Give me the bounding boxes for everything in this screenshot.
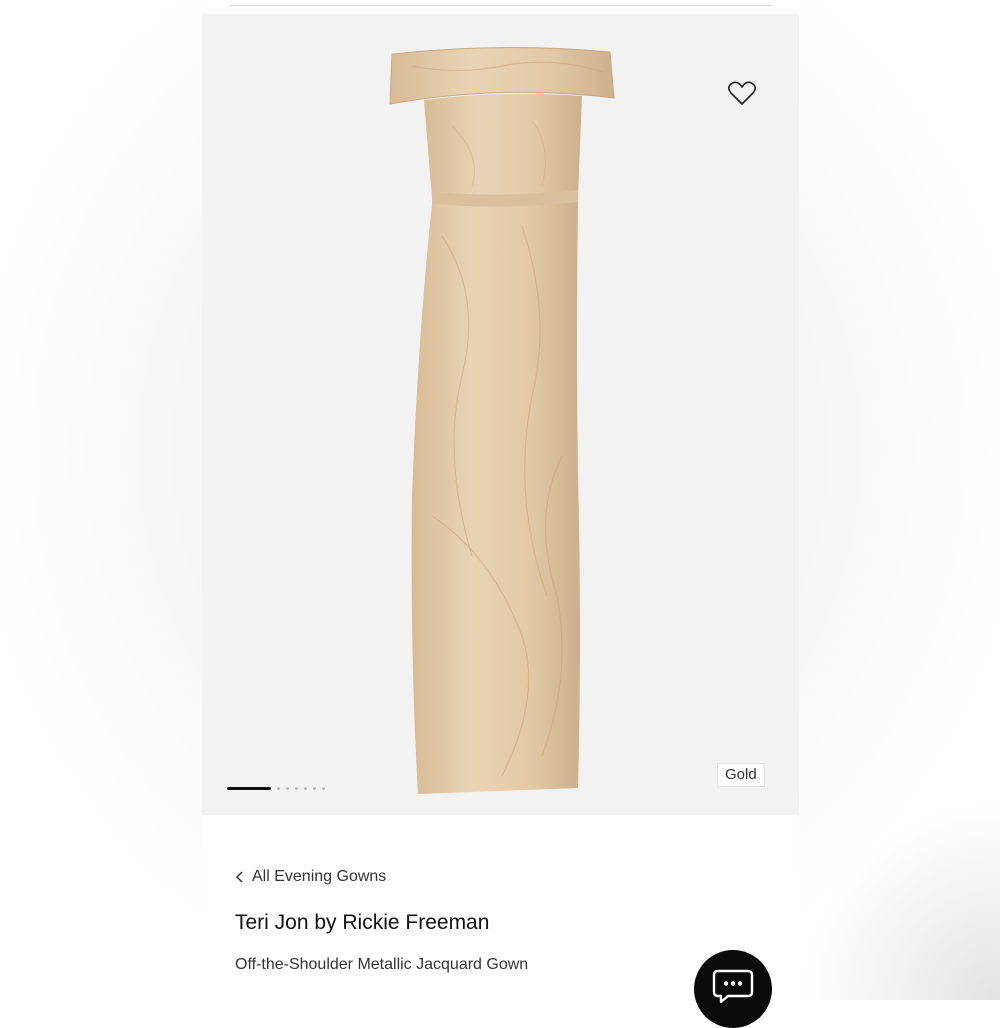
product-page: Gold All Evening Gowns Teri Jon by Ricki… bbox=[202, 0, 799, 1028]
carousel-dot[interactable] bbox=[322, 786, 325, 790]
carousel-dot[interactable] bbox=[304, 786, 307, 790]
carousel-dot[interactable] bbox=[295, 786, 298, 790]
page-backdrop-shade bbox=[800, 800, 1000, 1000]
breadcrumb[interactable]: All Evening Gowns bbox=[235, 868, 386, 886]
heart-outline-icon bbox=[727, 81, 757, 105]
color-badge: Gold bbox=[717, 763, 765, 787]
product-info: All Evening Gowns Teri Jon by Rickie Fre… bbox=[202, 815, 799, 1028]
chat-button[interactable] bbox=[694, 950, 772, 1028]
carousel-dot[interactable] bbox=[277, 786, 280, 790]
carousel-dot[interactable] bbox=[286, 786, 289, 790]
carousel-dot[interactable] bbox=[313, 786, 316, 790]
product-image-carousel[interactable]: Gold bbox=[202, 14, 799, 815]
product-name: Off-the-Shoulder Metallic Jacquard Gown bbox=[235, 956, 529, 973]
carousel-indicator[interactable] bbox=[227, 784, 331, 792]
product-brand[interactable]: Teri Jon by Rickie Freeman bbox=[235, 911, 489, 935]
breadcrumb-label[interactable]: All Evening Gowns bbox=[252, 868, 386, 886]
wishlist-button[interactable] bbox=[727, 80, 757, 106]
gown-photo bbox=[389, 46, 615, 794]
header-divider bbox=[230, 5, 772, 6]
chat-bubble-icon bbox=[712, 969, 754, 1004]
chevron-left-icon bbox=[235, 871, 243, 883]
carousel-dot-active[interactable] bbox=[227, 786, 271, 790]
